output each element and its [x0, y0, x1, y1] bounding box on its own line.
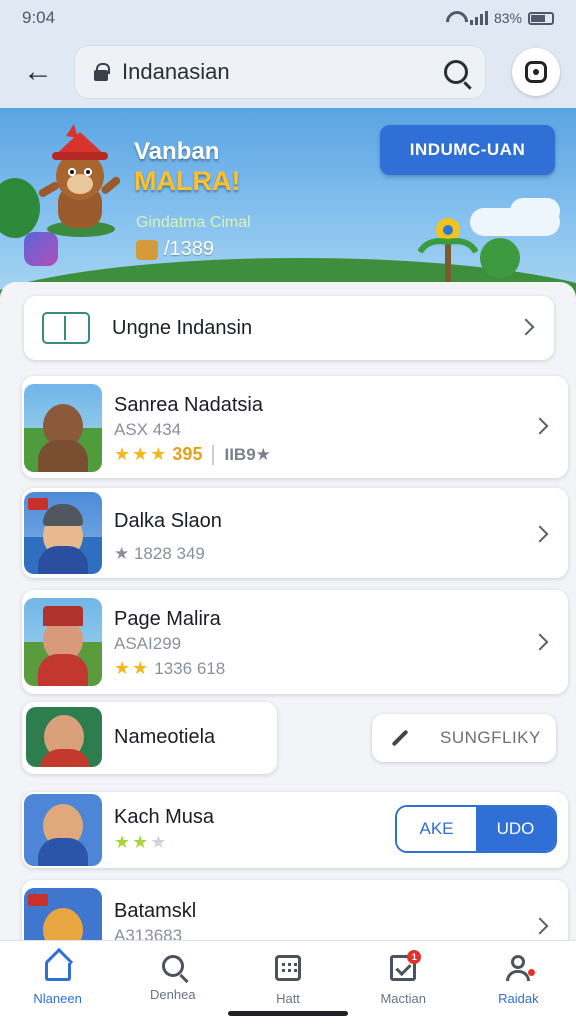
- banner-title-line1: Vanban: [134, 138, 220, 165]
- item-title: Kach Musa: [114, 806, 215, 828]
- star-icon: ★: [132, 658, 149, 678]
- suggest-button[interactable]: SUNGFLIKY: [372, 714, 556, 762]
- item-subtitle: ASX 434: [114, 420, 182, 439]
- status-icons: 83%: [444, 10, 554, 26]
- item-meta: ★ 1828 349: [114, 544, 205, 563]
- pencil-icon: [391, 729, 409, 747]
- banner-cta-button[interactable]: INDUMC-UAN: [380, 125, 555, 175]
- star-icon: ★: [132, 832, 149, 852]
- category-card[interactable]: Ungne Indansin: [24, 296, 554, 360]
- check-icon: 1: [390, 950, 422, 981]
- lock-icon: [94, 63, 110, 81]
- star-empty-icon: ★: [150, 832, 167, 852]
- app-thumbnail: [24, 492, 102, 574]
- rating-value: 395: [172, 444, 203, 464]
- list-item[interactable]: Dalka Slaon ★ 1828 349: [22, 488, 568, 578]
- chevron-right-icon: [531, 917, 549, 935]
- category-label: Ungne Indansin: [112, 316, 253, 339]
- item-title: Sanrea Nadatsia: [114, 394, 263, 416]
- wifi-icon: [444, 11, 464, 25]
- alert-dot: [528, 969, 536, 976]
- game-icon: [24, 232, 58, 266]
- tree-graphic: [0, 178, 40, 238]
- chevron-right-icon: [517, 318, 535, 336]
- star-icon: ★: [150, 444, 167, 464]
- item-title: Batamskl: [114, 900, 197, 922]
- battery-percent: 83%: [493, 10, 522, 26]
- grid-icon: [275, 955, 301, 981]
- back-arrow-icon[interactable]: ←: [16, 50, 60, 94]
- nav-label: Mactian: [380, 991, 426, 1006]
- camera-button[interactable]: [512, 48, 560, 96]
- segment-right[interactable]: UDO: [476, 807, 555, 851]
- item-title: Dalka Slaon: [114, 510, 222, 532]
- content-sheet: Ungne Indansin Sanrea Nadatsia ASX 434 ★…: [0, 282, 576, 942]
- app-thumbnail: [24, 794, 102, 866]
- bottom-nav: Nlaneen Denhea Hatt 1 Mactian Raidak: [0, 940, 576, 1024]
- nav-home[interactable]: Nlaneen: [0, 941, 115, 1024]
- tree-graphic: [480, 238, 520, 278]
- list-item[interactable]: Page Malira ASAI299 ★ ★ 1336 618: [22, 590, 568, 694]
- banner-count: /1389: [164, 238, 215, 260]
- rating: ★ ★ 1336 618: [114, 658, 225, 679]
- rating: ★ ★ ★ 395 IIB9★: [114, 444, 271, 465]
- star-icon: ★: [114, 444, 131, 464]
- status-bar: 9:04 83%: [0, 0, 576, 36]
- nav-label: Nlaneen: [33, 991, 82, 1006]
- banner-subtitle: Gindatma Cimal: [136, 214, 251, 231]
- search-query[interactable]: Indanasian: [122, 59, 444, 85]
- rank-badge: IIB9★: [224, 444, 271, 464]
- banner-title-line2: MALRA!: [134, 165, 241, 196]
- nav-search[interactable]: Denhea: [115, 941, 230, 1024]
- battery-icon: [528, 11, 554, 25]
- cloud-graphic: [510, 198, 560, 224]
- mascot-image: [38, 124, 121, 237]
- app-thumbnail: [24, 384, 102, 472]
- search-bar[interactable]: Indanasian: [74, 45, 486, 99]
- tag-badge: [28, 894, 48, 906]
- app-thumbnail: [24, 888, 102, 942]
- star-icon: ★: [132, 444, 149, 464]
- nav-label: Denhea: [150, 987, 196, 1002]
- banner-title: Vanban MALRA!: [134, 138, 240, 197]
- segmented-control[interactable]: AKE UDO: [395, 805, 557, 853]
- app-header: ← Indanasian: [0, 36, 576, 108]
- app-thumbnail: [26, 707, 102, 767]
- home-icon: [44, 963, 71, 981]
- star-icon: ★: [114, 658, 131, 678]
- signal-icon: [469, 11, 488, 25]
- chevron-right-icon: [531, 525, 549, 543]
- item-title: Page Malira: [114, 608, 221, 630]
- camera-icon: [525, 61, 547, 83]
- home-indicator: [228, 1011, 348, 1016]
- segment-left[interactable]: AKE: [397, 807, 476, 851]
- item-meta: 1336 618: [154, 658, 226, 678]
- divider: [212, 444, 215, 465]
- user-icon: [505, 955, 536, 981]
- item-subtitle: ASAI299: [114, 634, 182, 653]
- chevron-right-icon: [531, 417, 549, 435]
- notification-badge: 1: [407, 950, 422, 964]
- list-item[interactable]: Nameotiela: [22, 702, 277, 774]
- promo-banner[interactable]: Vanban MALRA! Gindatma Cimal /1389 INDUM…: [0, 108, 576, 298]
- chest-icon: [136, 240, 158, 260]
- nav-label: Raidak: [498, 991, 539, 1006]
- chevron-right-icon: [531, 633, 549, 651]
- calendar-icon: [42, 312, 90, 344]
- nav-label: Hatt: [276, 991, 300, 1006]
- item-title: Nameotiela: [114, 726, 216, 748]
- list-item[interactable]: Batamskl A313683: [22, 880, 568, 942]
- search-icon[interactable]: [444, 60, 468, 84]
- list-item[interactable]: Sanrea Nadatsia ASX 434 ★ ★ ★ 395 IIB9★: [22, 376, 568, 478]
- app-thumbnail: [24, 598, 102, 686]
- star-icon: ★: [114, 832, 131, 852]
- search-icon: [161, 955, 184, 977]
- rating: ★ ★ ★: [114, 832, 166, 853]
- nav-profile[interactable]: Raidak: [461, 941, 576, 1024]
- nav-tasks[interactable]: 1 Mactian: [346, 941, 461, 1024]
- suggest-button-label: SUNGFLIKY: [440, 728, 541, 747]
- status-time: 9:04: [22, 8, 56, 27]
- tag-badge: [28, 498, 48, 510]
